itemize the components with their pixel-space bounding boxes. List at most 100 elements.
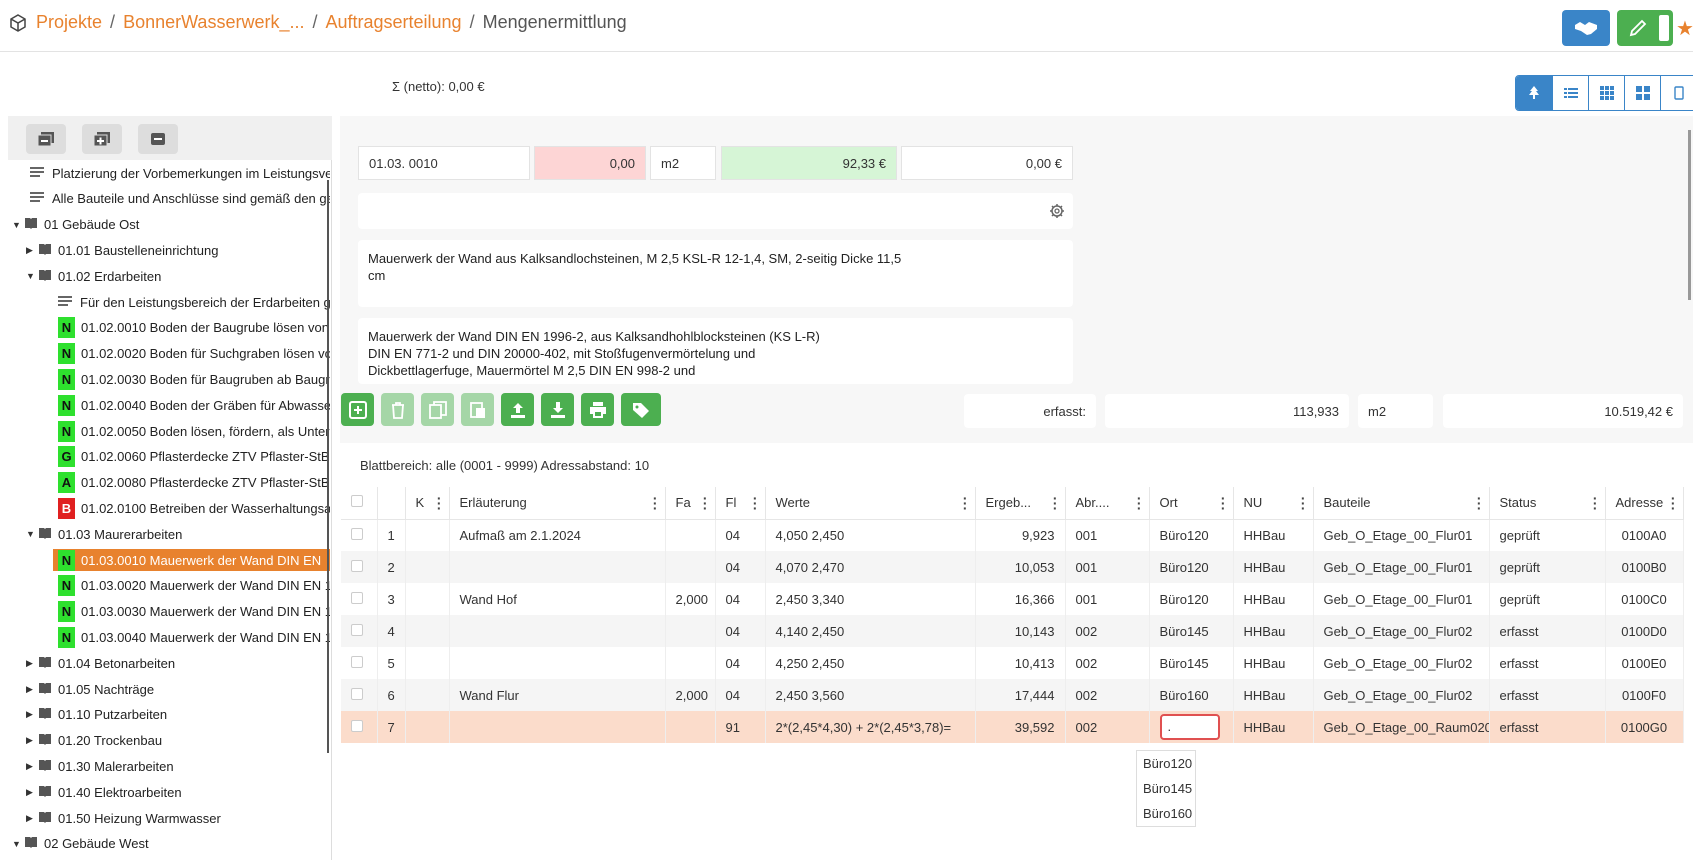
select-all-checkbox[interactable] [351, 495, 363, 508]
cell-fl[interactable]: 91 [715, 711, 766, 743]
column-menu-icon[interactable]: · · · [963, 491, 968, 515]
cell-status[interactable]: geprüft [1489, 519, 1606, 551]
cell-adresse[interactable]: 0100B0 [1605, 551, 1684, 583]
row-checkbox[interactable] [351, 687, 363, 700]
cell-werte[interactable]: 2,450 3,560 [765, 679, 976, 711]
tree-item-position[interactable]: N 01.03.0030 Mauerwerk der Wand DIN EN 1 [58, 601, 330, 623]
print-button[interactable] [581, 393, 614, 426]
row-select-cell[interactable] [341, 711, 378, 743]
cell-ort[interactable]: Büro120 [1149, 583, 1234, 615]
cell-bauteile[interactable]: Geb_O_Etage_00_Flur02 [1313, 679, 1490, 711]
cell-fa[interactable] [665, 647, 716, 679]
tag-button[interactable] [621, 393, 661, 426]
cell-fl[interactable]: 04 [715, 551, 766, 583]
view-page-button[interactable] [1660, 76, 1693, 110]
cell-status[interactable]: geprüft [1489, 551, 1606, 583]
column-header-fl[interactable]: Fl · · · [715, 487, 766, 520]
cell-werte[interactable]: 4,140 2,450 [765, 615, 976, 647]
tree-item-position[interactable]: A 01.02.0080 Pflasterdecke ZTV Pflaster-S… [58, 472, 330, 494]
cell-erl[interactable]: Aufmaß am 2.1.2024 [449, 519, 666, 551]
caret-down-icon[interactable]: ▼ [12, 839, 24, 849]
gear-icon[interactable] [1049, 203, 1065, 219]
cell-adresse[interactable]: 0100A0 [1605, 519, 1684, 551]
cell-k[interactable] [405, 519, 450, 551]
row-select-cell[interactable] [341, 647, 378, 679]
tree-item-group[interactable]: ▶ 01.40 Elektroarbeiten [26, 781, 182, 803]
tree-item-text[interactable]: Für den Leistungsbereich der Erdarbeiten… [58, 291, 330, 313]
column-menu-icon[interactable]: · · · [437, 491, 442, 515]
tree-item-group[interactable]: ▶ 01.30 Malerarbeiten [26, 755, 174, 777]
view-list-button[interactable] [1552, 76, 1588, 110]
cell-fa[interactable] [665, 711, 716, 743]
tree-item-group[interactable]: ▶ 01.01 Baustelleneinrichtung [26, 239, 218, 261]
cell-erg[interactable]: 16,366 [975, 583, 1066, 615]
cell-fa[interactable] [665, 615, 716, 647]
column-header-werte[interactable]: Werte · · · [765, 487, 976, 520]
cell-ort[interactable]: Büro160 [1149, 679, 1234, 711]
cell-erg[interactable]: 10,413 [975, 647, 1066, 679]
cell-erg[interactable]: 10,143 [975, 615, 1066, 647]
dropdown-option[interactable]: Büro160 [1137, 801, 1195, 826]
column-header-ergebnis[interactable]: Ergeb... · · · [975, 487, 1066, 520]
cell-adresse[interactable]: 0100E0 [1605, 647, 1684, 679]
view-grid-button[interactable] [1588, 76, 1624, 110]
tree-item-group[interactable]: ▶ 01.04 Betonarbeiten [26, 652, 175, 674]
cell-k[interactable] [405, 583, 450, 615]
cell-nr[interactable]: 7 [377, 711, 406, 743]
table-row[interactable]: 6 Wand Flur 2,000 04 2,450 3,560 17,444 002 Bür… [341, 679, 1684, 711]
table-row[interactable]: 1 Aufmaß am 2.1.2024 04 4,050 2,450 9,923 001… [341, 519, 1684, 551]
column-menu-icon[interactable]: · · · [1053, 491, 1058, 515]
cell-nr[interactable]: 1 [377, 519, 406, 551]
favorite-star-icon[interactable]: ★ [1676, 16, 1693, 41]
cell-nu[interactable]: HHBau [1233, 519, 1314, 551]
cell-erg[interactable]: 9,923 [975, 519, 1066, 551]
tree-item-group[interactable]: ▼ 01.02 Erdarbeiten [26, 265, 161, 287]
caret-right-icon[interactable]: ▶ [26, 813, 38, 824]
cell-erl[interactable] [449, 551, 666, 583]
cell-k[interactable] [405, 647, 450, 679]
tree-item-position[interactable]: N 01.02.0040 Boden der Gräben für Abwasse [58, 394, 330, 416]
tree-item-position[interactable]: G 01.02.0060 Pflasterdecke ZTV Pflaster-S… [58, 446, 330, 468]
tree-item-text[interactable]: Platzierung der Vorbemerkungen im Leistu… [30, 162, 330, 184]
cell-erl[interactable] [449, 615, 666, 647]
cell-adresse[interactable]: 0100C0 [1605, 583, 1684, 615]
scrollbar[interactable] [1688, 130, 1691, 300]
cell-adresse[interactable]: 0100G0 [1605, 711, 1684, 743]
column-menu-icon[interactable]: · · · [653, 491, 658, 515]
row-checkbox[interactable] [351, 655, 363, 668]
cell-nu[interactable]: HHBau [1233, 583, 1314, 615]
row-checkbox[interactable] [351, 591, 363, 604]
cell-status[interactable]: geprüft [1489, 583, 1606, 615]
cell-abr[interactable]: 001 [1065, 551, 1150, 583]
caret-down-icon[interactable]: ▼ [12, 220, 24, 230]
cell-nr[interactable]: 6 [377, 679, 406, 711]
column-header-ort[interactable]: Ort · · · [1149, 487, 1234, 520]
cell-nr[interactable]: 3 [377, 583, 406, 615]
cell-ort[interactable]: Büro120 [1149, 551, 1234, 583]
row-checkbox[interactable] [351, 559, 363, 572]
cell-fa[interactable] [665, 551, 716, 583]
edit-toggle[interactable] [1617, 10, 1673, 46]
cell-werte[interactable]: 2*(2,45*4,30) + 2*(2,45*3,78)= [765, 711, 976, 743]
table-row[interactable]: 2 04 4,070 2,470 10,053 001 Büro120 HHBau Geb_O… [341, 551, 1684, 583]
row-checkbox[interactable] [351, 623, 363, 636]
caret-right-icon[interactable]: ▶ [26, 761, 38, 772]
ort-input[interactable]: . [1159, 714, 1220, 740]
dropdown-option[interactable]: Büro120 [1137, 751, 1195, 776]
cell-erg[interactable]: 39,592 [975, 711, 1066, 743]
table-row[interactable]: 5 04 4,250 2,450 10,413 002 Büro145 HHBau Geb_O… [341, 647, 1684, 679]
column-header-nr[interactable] [377, 487, 406, 520]
tree-item-position[interactable]: N 01.02.0050 Boden lösen, fördern, als Un… [58, 420, 330, 442]
column-menu-icon[interactable]: · · · [1477, 491, 1482, 515]
caret-down-icon[interactable]: ▼ [26, 271, 38, 281]
column-header-adresse[interactable]: Adresse · · · [1605, 487, 1684, 520]
tree-item-group[interactable]: ▶ 01.50 Heizung Warmwasser [26, 807, 221, 829]
cell-ort[interactable]: . [1149, 711, 1234, 743]
row-select-cell[interactable] [341, 519, 378, 551]
view-tree-button[interactable] [1516, 76, 1552, 110]
cell-bauteile[interactable]: Geb_O_Etage_00_Flur02 [1313, 647, 1490, 679]
cell-ort[interactable]: Büro145 [1149, 647, 1234, 679]
cell-nu[interactable]: HHBau [1233, 679, 1314, 711]
cell-nu[interactable]: HHBau [1233, 615, 1314, 647]
cell-abr[interactable]: 002 [1065, 711, 1150, 743]
